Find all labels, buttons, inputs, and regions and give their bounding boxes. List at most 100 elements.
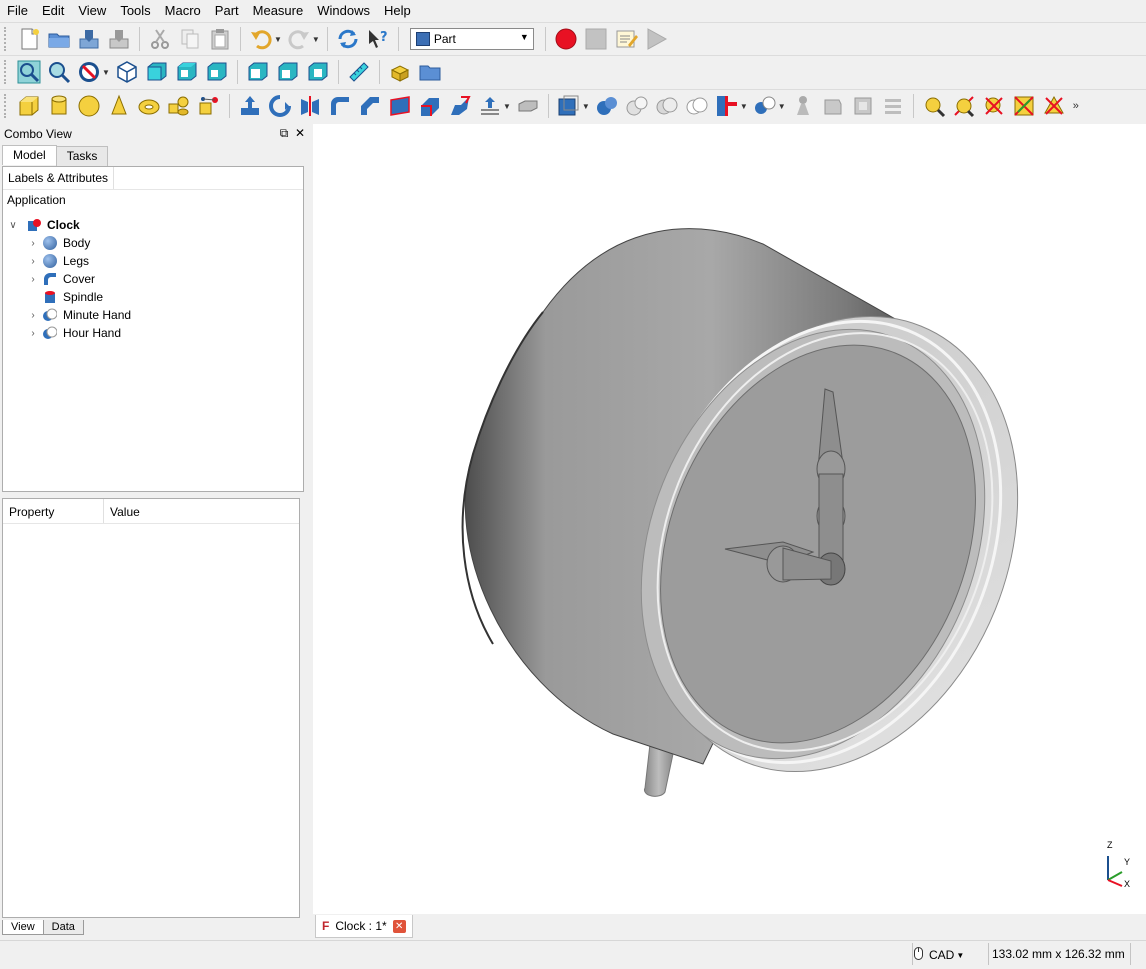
toolbar-overflow-icon[interactable]: » bbox=[1073, 100, 1079, 112]
common-icon[interactable] bbox=[655, 94, 679, 118]
menu-help[interactable]: Help bbox=[377, 0, 418, 22]
torus-icon[interactable] bbox=[137, 94, 161, 118]
fillet-icon[interactable] bbox=[328, 94, 352, 118]
navigation-style-selector[interactable]: CAD ▼ bbox=[914, 947, 964, 963]
float-icon[interactable]: ⧉ bbox=[280, 126, 289, 140]
edit-macro-icon[interactable] bbox=[614, 27, 638, 51]
create-primitives-icon[interactable] bbox=[167, 94, 191, 118]
split-dropdown-icon[interactable]: ▼ bbox=[740, 102, 748, 111]
rear-view-icon[interactable] bbox=[246, 60, 270, 84]
check-geometry-icon[interactable] bbox=[791, 94, 815, 118]
thickness-icon[interactable] bbox=[881, 94, 905, 118]
menu-tools[interactable]: Tools bbox=[113, 0, 157, 22]
right-view-icon[interactable] bbox=[205, 60, 229, 84]
boolean-icon[interactable] bbox=[557, 94, 581, 118]
stop-macro-icon[interactable] bbox=[584, 27, 608, 51]
chevron-right-icon[interactable]: › bbox=[27, 238, 39, 249]
split-icon[interactable] bbox=[715, 94, 739, 118]
measure-clear-icon[interactable] bbox=[982, 94, 1006, 118]
workbench-selector[interactable]: Part ▼ bbox=[409, 28, 534, 50]
menu-part[interactable]: Part bbox=[208, 0, 246, 22]
left-view-icon[interactable] bbox=[306, 60, 330, 84]
tree-root-clock[interactable]: ∨ Clock bbox=[7, 216, 79, 234]
cut-shape-icon[interactable] bbox=[595, 94, 619, 118]
cut-icon[interactable] bbox=[148, 27, 172, 51]
paste-icon[interactable] bbox=[208, 27, 232, 51]
value-column-header[interactable]: Value bbox=[104, 499, 146, 523]
tree-item-minute-hand[interactable]: › Minute Hand bbox=[27, 306, 131, 324]
save-icon[interactable] bbox=[77, 27, 101, 51]
ruled-surface-icon[interactable] bbox=[418, 94, 442, 118]
compound-icon[interactable] bbox=[753, 94, 777, 118]
projection-icon[interactable] bbox=[851, 94, 875, 118]
redo-dropdown-icon[interactable]: ▼ bbox=[312, 35, 320, 44]
measure-toggle-3d-icon[interactable] bbox=[1012, 94, 1036, 118]
toolbar-grip[interactable] bbox=[4, 60, 10, 84]
tab-view[interactable]: View bbox=[2, 920, 44, 935]
mirror-icon[interactable] bbox=[298, 94, 322, 118]
tab-model[interactable]: Model bbox=[2, 145, 57, 165]
chevron-down-icon[interactable]: ∨ bbox=[7, 220, 19, 231]
section-icon[interactable] bbox=[516, 94, 540, 118]
tree-item-legs[interactable]: › Legs bbox=[27, 252, 89, 270]
cylinder-icon[interactable] bbox=[47, 94, 71, 118]
tree-item-hour-hand[interactable]: › Hour Hand bbox=[27, 324, 121, 342]
draw-style-dropdown-icon[interactable]: ▼ bbox=[102, 68, 110, 77]
draw-style-icon[interactable] bbox=[77, 60, 101, 84]
new-document-icon[interactable] bbox=[17, 27, 41, 51]
3d-viewport[interactable]: Z Y X bbox=[313, 124, 1146, 914]
bottom-view-icon[interactable] bbox=[276, 60, 300, 84]
extrude-icon[interactable] bbox=[238, 94, 262, 118]
isometric-view-icon[interactable] bbox=[115, 60, 139, 84]
sweep-icon[interactable] bbox=[478, 94, 502, 118]
menu-file[interactable]: File bbox=[0, 0, 35, 22]
menu-windows[interactable]: Windows bbox=[310, 0, 377, 22]
tree-header-labels[interactable]: Labels & Attributes bbox=[3, 167, 115, 189]
chevron-right-icon[interactable]: › bbox=[27, 328, 39, 339]
sweep-dropdown-icon[interactable]: ▼ bbox=[503, 102, 511, 111]
save-as-icon[interactable] bbox=[107, 27, 131, 51]
measure-toggle-delta-icon[interactable] bbox=[1042, 94, 1066, 118]
sphere-icon[interactable] bbox=[77, 94, 101, 118]
menu-macro[interactable]: Macro bbox=[158, 0, 208, 22]
loft-icon[interactable] bbox=[448, 94, 472, 118]
clock-model[interactable] bbox=[313, 124, 1146, 914]
cube-icon[interactable] bbox=[17, 94, 41, 118]
close-icon[interactable]: ✕ bbox=[295, 126, 305, 140]
chevron-right-icon[interactable]: › bbox=[27, 274, 39, 285]
boolean-dropdown-icon[interactable]: ▼ bbox=[582, 102, 590, 111]
property-column-header[interactable]: Property bbox=[3, 499, 104, 523]
measure-distance-icon[interactable] bbox=[347, 60, 371, 84]
tree-item-spindle[interactable]: Spindle bbox=[27, 288, 103, 306]
run-macro-icon[interactable] bbox=[644, 27, 668, 51]
chevron-right-icon[interactable]: › bbox=[27, 256, 39, 267]
measure-angular-icon[interactable] bbox=[952, 94, 976, 118]
fit-all-icon[interactable] bbox=[17, 60, 41, 84]
tab-tasks[interactable]: Tasks bbox=[55, 146, 109, 166]
undo-dropdown-icon[interactable]: ▼ bbox=[274, 35, 282, 44]
shape-builder-icon[interactable] bbox=[197, 94, 221, 118]
chevron-right-icon[interactable]: › bbox=[27, 310, 39, 321]
open-folder-icon[interactable] bbox=[47, 27, 71, 51]
menu-view[interactable]: View bbox=[71, 0, 113, 22]
make-face-icon[interactable] bbox=[388, 94, 412, 118]
front-view-icon[interactable] bbox=[145, 60, 169, 84]
compound-dropdown-icon[interactable]: ▼ bbox=[778, 102, 786, 111]
menu-edit[interactable]: Edit bbox=[35, 0, 71, 22]
tree-item-cover[interactable]: › Cover bbox=[27, 270, 95, 288]
menu-measure[interactable]: Measure bbox=[246, 0, 311, 22]
chamfer-icon[interactable] bbox=[358, 94, 382, 118]
redo-icon[interactable] bbox=[287, 27, 311, 51]
toolbar-grip[interactable] bbox=[4, 94, 10, 118]
measure-linear-icon[interactable] bbox=[922, 94, 946, 118]
join-icon[interactable] bbox=[685, 94, 709, 118]
copy-icon[interactable] bbox=[178, 27, 202, 51]
undo-icon[interactable] bbox=[249, 27, 273, 51]
tree-item-body[interactable]: › Body bbox=[27, 234, 90, 252]
refresh-icon[interactable] bbox=[336, 27, 360, 51]
close-tab-icon[interactable]: ✕ bbox=[392, 919, 406, 933]
create-part-icon[interactable] bbox=[388, 60, 412, 84]
defeaturing-icon[interactable] bbox=[821, 94, 845, 118]
create-group-icon[interactable] bbox=[418, 60, 442, 84]
toolbar-grip[interactable] bbox=[4, 27, 10, 51]
